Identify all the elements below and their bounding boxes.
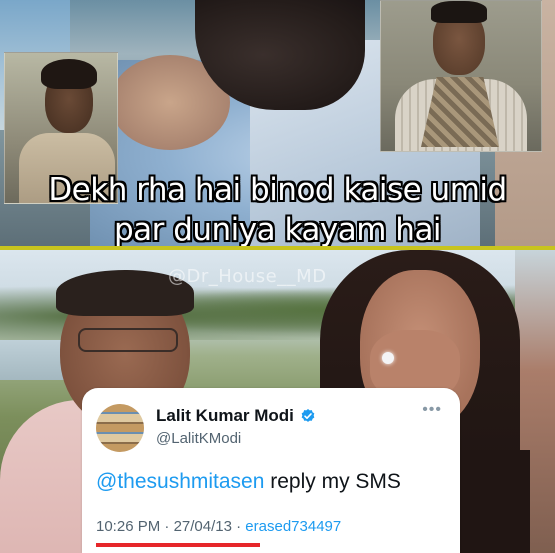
red-underline-annotation [96, 543, 260, 547]
meta-separator-2: · [231, 518, 246, 535]
meme-caption: Dekh rha hai binod kaise umid par duniya… [0, 170, 555, 246]
caption-line-1: Dekh rha hai binod kaise umid [48, 172, 507, 208]
tweet-message: reply my SMS [264, 470, 401, 493]
tweet-source[interactable]: erased734497 [245, 518, 341, 535]
tweet-date[interactable]: 27/04/13 [174, 518, 232, 535]
ring-icon [382, 352, 394, 364]
inset-right-character [380, 0, 542, 152]
caption-line-2: par duniya kayam hai [113, 212, 442, 246]
meta-separator-1: · [160, 518, 174, 535]
more-horizontal-icon[interactable]: ••• [422, 402, 442, 418]
tweet-author-row: Lalit Kumar Modi [156, 406, 316, 426]
man-glasses [78, 328, 178, 352]
top-meme-panel: Dekh rha hai binod kaise umid par duniya… [0, 0, 555, 246]
avatar[interactable] [96, 404, 144, 452]
tweet-card[interactable]: Lalit Kumar Modi @LalitKModi ••• @thesus… [82, 388, 460, 553]
tweet-text: @thesushmitasen reply my SMS [96, 470, 401, 494]
inset-left-hair [41, 59, 97, 89]
watermark-text: @Dr_House__MD [168, 266, 327, 287]
tweet-meta: 10:26 PM · 27/04/13 · erased734497 [96, 518, 341, 535]
author-handle[interactable]: @LalitKModi [156, 430, 241, 447]
author-display-name[interactable]: Lalit Kumar Modi [156, 406, 294, 426]
inset-right-hair [431, 1, 487, 23]
tweet-time[interactable]: 10:26 PM [96, 518, 160, 535]
mention-link[interactable]: @thesushmitasen [96, 470, 264, 493]
verified-badge-icon [301, 409, 315, 422]
